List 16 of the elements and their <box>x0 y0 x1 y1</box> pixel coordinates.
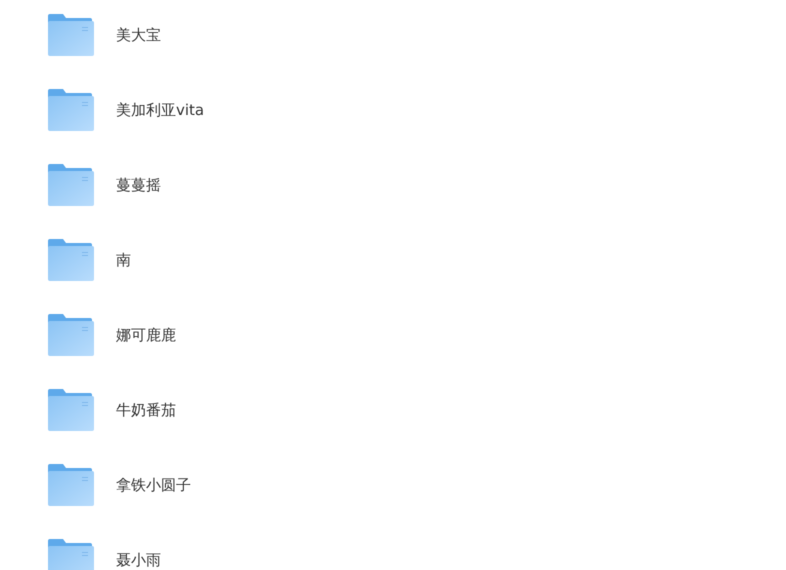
folder-icon <box>48 89 94 131</box>
folder-name[interactable]: 美加利亚vita <box>116 100 204 120</box>
folder-icon <box>48 14 94 56</box>
folder-name[interactable]: 牛奶番茄 <box>116 400 176 420</box>
folder-name[interactable]: 娜可鹿鹿 <box>116 325 176 345</box>
folder-icon <box>48 389 94 431</box>
folder-name[interactable]: 拿铁小圆子 <box>116 475 191 495</box>
folder-icon <box>48 239 94 281</box>
folder-icon <box>48 464 94 506</box>
folder-icon <box>48 314 94 356</box>
folder-icon <box>48 164 94 206</box>
folder-name[interactable]: 南 <box>116 250 131 270</box>
folder-name[interactable]: 美大宝 <box>116 25 161 45</box>
folder-icon <box>48 539 94 570</box>
folder-name[interactable]: 聂小雨 <box>116 550 161 570</box>
folder-name[interactable]: 蔓蔓摇 <box>116 175 161 195</box>
